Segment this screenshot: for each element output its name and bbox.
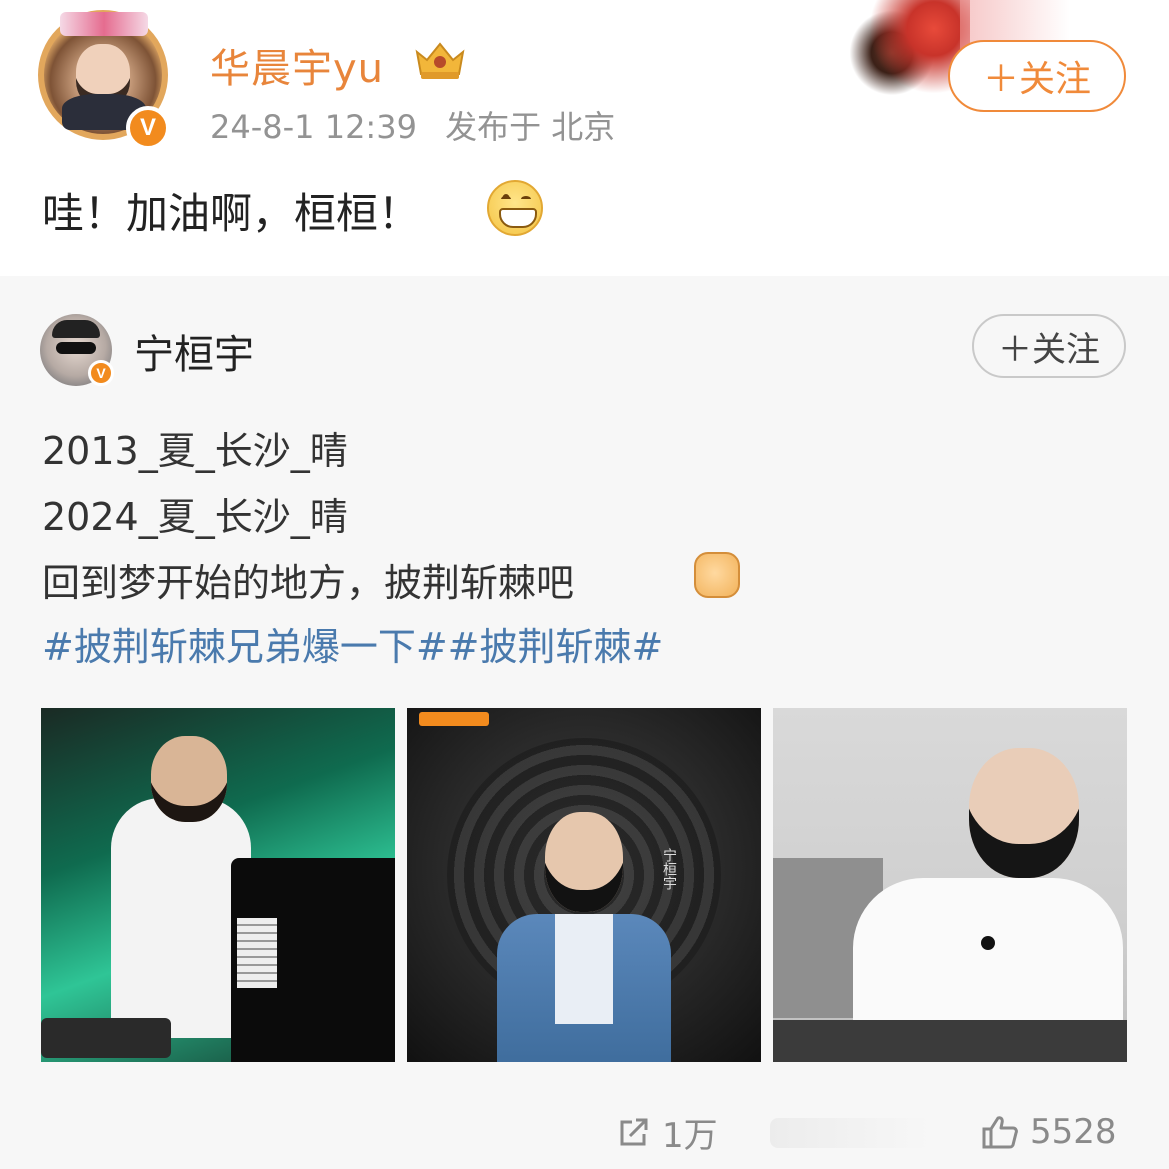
pianist-head: [151, 736, 227, 822]
photo-keyboard-practice[interactable]: [773, 708, 1127, 1062]
repost-text-line: 2024_夏_长沙_晴: [42, 495, 348, 539]
weibo-post-page: V 华晨宇yu 24-8-1 12:39 发布于 北京 ＋关注 哇！加油啊，桓桓…: [0, 0, 1169, 1169]
piano-bench: [41, 1018, 171, 1058]
post-meta: 24-8-1 12:39 发布于 北京: [210, 102, 633, 148]
broadcaster-logo: [419, 712, 489, 726]
share-icon: [620, 1118, 648, 1146]
avatar-hair: [52, 320, 100, 338]
repost-card[interactable]: V 宁桓宇 ＋关注 2013_夏_长沙_晴 2024_夏_长沙_晴 回到梦开始的…: [0, 276, 1169, 1169]
crown-badge-icon[interactable]: [413, 38, 467, 82]
share-action[interactable]: 1万: [616, 1106, 718, 1158]
photo-pianist-stage[interactable]: [41, 708, 395, 1062]
follow-button[interactable]: ＋关注: [948, 40, 1126, 112]
repost-text-line: 2013_夏_长沙_晴: [42, 429, 348, 473]
fist-emoji-icon: [694, 552, 740, 598]
like-count: 5528: [1030, 1112, 1117, 1152]
comment-area-fade: [770, 1118, 930, 1148]
keyboard-instrument: [773, 1020, 1127, 1062]
post-username[interactable]: 华晨宇yu: [210, 36, 384, 94]
poster-shirt: [555, 914, 613, 1024]
repost-verified-badge-icon: V: [88, 360, 114, 386]
hashtag-links[interactable]: #披荆斩棘兄弟爆一下##披荆斩棘#: [42, 616, 663, 671]
avatar-sunglasses: [56, 342, 96, 354]
practice-person-head: [969, 748, 1079, 878]
grin-emoji-icon: [487, 180, 543, 236]
piano-keys: [237, 918, 277, 988]
repost-username[interactable]: 宁桓宇: [134, 322, 254, 380]
repost-follow-button[interactable]: ＋关注: [972, 314, 1126, 378]
avatar-frame-decoration: [60, 12, 148, 36]
post-timestamp: 24-8-1 12:39: [210, 108, 417, 146]
verified-badge-icon: V: [126, 106, 170, 150]
poster-person-head: [545, 812, 623, 912]
pianist-figure: [111, 798, 251, 1038]
post-text: 哇！加油啊，桓桓！: [42, 189, 421, 238]
share-count: 1万: [662, 1115, 718, 1156]
photo-poster-blue-suit[interactable]: 宁桓宇: [407, 708, 761, 1062]
like-action[interactable]: 5528: [980, 1106, 1117, 1158]
post-location: 发布于 北京: [445, 108, 616, 146]
repost-text-line: 回到梦开始的地方，披荆斩棘吧: [42, 561, 575, 605]
lapel-mic: [981, 936, 995, 950]
poster-vertical-name: 宁桓宇: [661, 848, 677, 890]
thumbs-up-icon: [982, 1116, 1018, 1149]
